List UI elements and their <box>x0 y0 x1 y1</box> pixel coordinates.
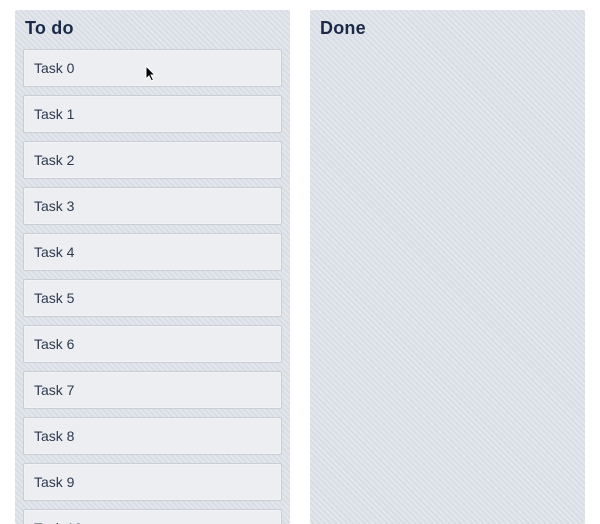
column-todo[interactable]: To do Task 0 Task 1 Task 2 Task 3 Task 4… <box>15 10 290 524</box>
task-label: Task 2 <box>34 152 74 168</box>
task-label: Task 3 <box>34 198 74 214</box>
task-card[interactable]: Task 10 <box>23 509 282 524</box>
task-label: Task 4 <box>34 244 74 260</box>
card-list-todo[interactable]: Task 0 Task 1 Task 2 Task 3 Task 4 Task … <box>23 49 282 524</box>
task-card[interactable]: Task 1 <box>23 95 282 133</box>
task-label: Task 5 <box>34 290 74 306</box>
task-label: Task 7 <box>34 382 74 398</box>
task-card[interactable]: Task 2 <box>23 141 282 179</box>
task-label: Task 10 <box>34 520 82 524</box>
column-title-todo: To do <box>25 18 280 39</box>
task-label: Task 0 <box>34 60 74 76</box>
task-label: Task 8 <box>34 428 74 444</box>
task-card[interactable]: Task 9 <box>23 463 282 501</box>
column-done[interactable]: Done <box>310 10 585 524</box>
task-card[interactable]: Task 7 <box>23 371 282 409</box>
task-card[interactable]: Task 3 <box>23 187 282 225</box>
task-card[interactable]: Task 8 <box>23 417 282 455</box>
task-card[interactable]: Task 6 <box>23 325 282 363</box>
task-label: Task 6 <box>34 336 74 352</box>
board: To do Task 0 Task 1 Task 2 Task 3 Task 4… <box>0 0 600 524</box>
task-label: Task 9 <box>34 474 74 490</box>
task-card[interactable]: Task 5 <box>23 279 282 317</box>
column-title-done: Done <box>320 18 575 39</box>
task-label: Task 1 <box>34 106 74 122</box>
task-card[interactable]: Task 4 <box>23 233 282 271</box>
task-card[interactable]: Task 0 <box>23 49 282 87</box>
